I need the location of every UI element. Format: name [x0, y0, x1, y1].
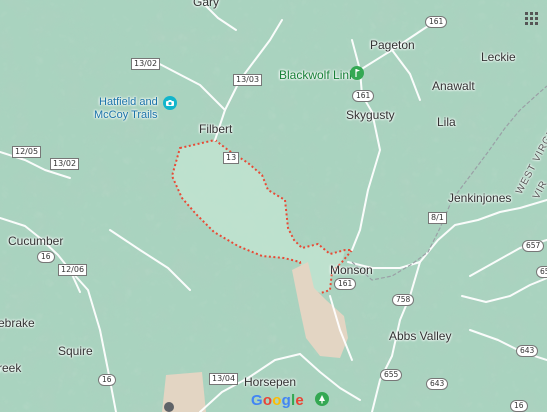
route-shield-13-03: 13/03	[233, 74, 263, 86]
route-shield-161: 161	[425, 16, 448, 28]
route-shield-643: 643	[516, 345, 539, 357]
route-shield-16: 16	[37, 251, 55, 263]
route-shield-16: 16	[510, 400, 528, 412]
town-label-cucumber[interactable]: Cucumber	[8, 234, 63, 248]
route-shield-13: 13	[223, 152, 240, 164]
park-icon	[319, 395, 325, 404]
route-shield-655: 655	[380, 369, 403, 381]
route-shield-657: 657	[536, 266, 547, 278]
logo-letter: G	[251, 392, 263, 409]
town-label-skygusty[interactable]: Skygusty	[346, 108, 395, 122]
route-shield-16: 16	[98, 374, 116, 386]
park-icon[interactable]	[315, 392, 329, 406]
town-label-ebrake[interactable]: ebrake	[0, 316, 35, 330]
logo-letter: g	[281, 392, 291, 409]
place-icon[interactable]	[164, 402, 174, 412]
town-label-monson[interactable]: Monson	[330, 263, 373, 277]
logo-letter: o	[262, 392, 273, 409]
town-label-leckie[interactable]: Leckie	[481, 50, 516, 64]
logo-letter: o	[272, 392, 282, 409]
route-shield-12-06: 12/06	[58, 264, 88, 276]
apps-grid-icon[interactable]	[525, 12, 539, 26]
route-shield-161: 161	[334, 278, 357, 290]
route-shield-13-02: 13/02	[50, 158, 80, 170]
route-shield-13-04: 13/04	[209, 373, 239, 385]
camera-icon	[166, 100, 174, 106]
poi-label-hatfield-line1[interactable]: Hatfield and	[99, 96, 158, 109]
camera-icon[interactable]	[163, 96, 177, 110]
town-label-horsepen[interactable]: Horsepen	[244, 375, 296, 389]
town-label-jenkinjones[interactable]: Jenkinjones	[448, 191, 511, 205]
route-shield-657: 657	[522, 240, 545, 252]
town-label-lila[interactable]: Lila	[437, 115, 456, 129]
town-label-squire[interactable]: Squire	[58, 344, 93, 358]
golf-icon	[355, 69, 360, 77]
poi-label-hatfield-line2[interactable]: McCoy Trails	[94, 109, 158, 122]
town-label-abbs-valley[interactable]: Abbs Valley	[389, 329, 451, 343]
town-label-gary[interactable]: Gary	[193, 0, 219, 9]
town-label-filbert[interactable]: Filbert	[199, 122, 232, 136]
town-label-anawalt[interactable]: Anawalt	[432, 79, 475, 93]
route-shield-643: 643	[426, 378, 449, 390]
map-view[interactable]: 13/02 13/03 12/05 13/02 13 12/06 16 16 1…	[0, 0, 547, 412]
route-shield-12-05: 12/05	[12, 146, 42, 158]
town-label-reek[interactable]: reek	[0, 361, 21, 375]
poi-label-blackwolf-links[interactable]: Blackwolf Links	[279, 68, 361, 82]
route-shield-161: 161	[352, 90, 375, 102]
golf-icon[interactable]	[350, 66, 364, 80]
route-shield-8-1: 8/1	[428, 212, 447, 224]
route-shield-758: 758	[392, 294, 415, 306]
logo-letter: e	[295, 392, 304, 409]
google-logo: Google	[251, 392, 304, 409]
route-shield-13-02: 13/02	[131, 58, 161, 70]
town-label-pageton[interactable]: Pageton	[370, 38, 415, 52]
